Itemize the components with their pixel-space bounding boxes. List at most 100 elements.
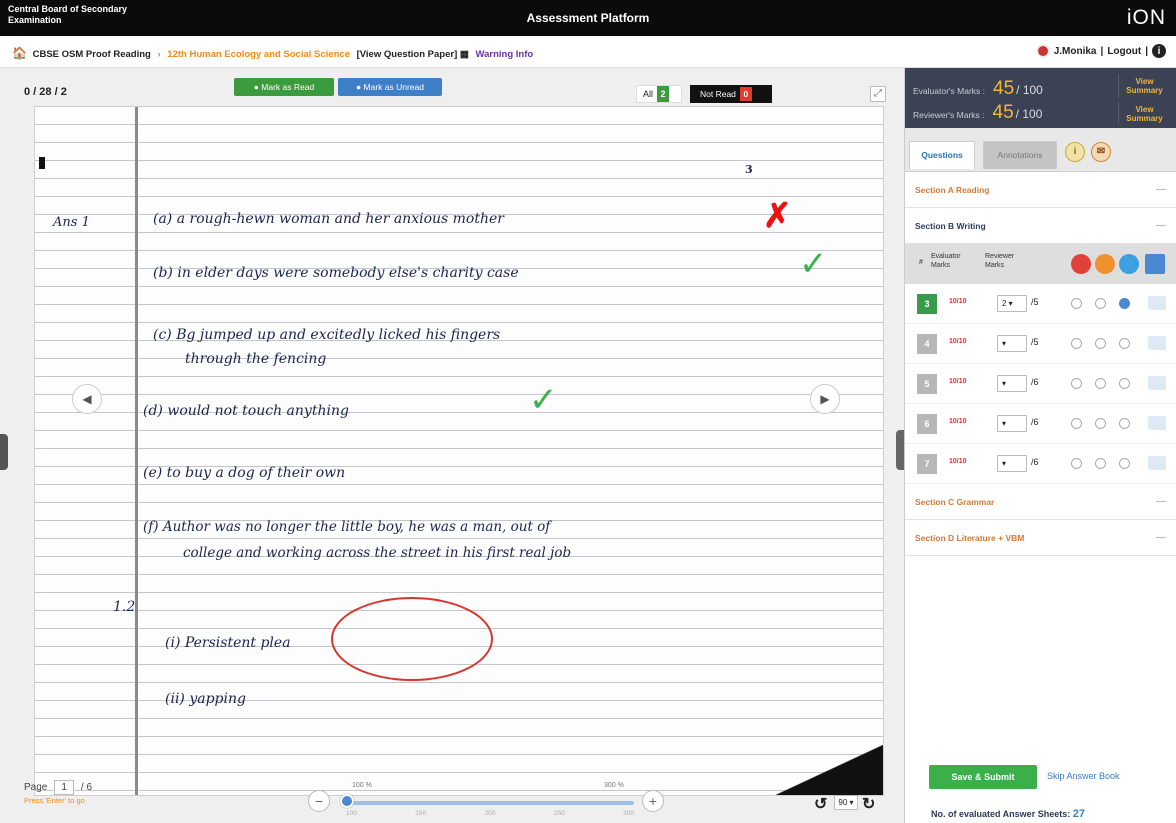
marks-select[interactable]: ▾: [997, 415, 1027, 432]
marks-select[interactable]: ▾: [997, 335, 1027, 352]
status-radio-blue[interactable]: [1119, 418, 1130, 429]
status-radio-red[interactable]: [1071, 298, 1082, 309]
page-total: / 6: [80, 782, 93, 793]
answer-line: college and working across the street in…: [183, 545, 572, 561]
view-summary-button-reviewer[interactable]: View Summary: [1118, 102, 1170, 124]
question-progress: 10/10: [949, 378, 967, 385]
answer-sheet-page[interactable]: 3 Ans 1 (a) a rough-hewn woman and her a…: [34, 106, 884, 796]
next-page-button[interactable]: ▶: [810, 384, 840, 414]
app-title: Assessment Platform: [526, 11, 650, 25]
answer-line: (i) Persistent plea: [165, 635, 291, 651]
zoom-out-button[interactable]: −: [308, 790, 330, 812]
circle-annotation[interactable]: [331, 597, 493, 681]
correct-mark-icon[interactable]: ✓: [529, 383, 558, 417]
status-radio-red[interactable]: [1071, 458, 1082, 469]
wrong-mark-icon[interactable]: ✗: [763, 199, 792, 233]
view-question-paper-link[interactable]: [View Question Paper]: [357, 49, 458, 60]
question-number[interactable]: 6: [917, 414, 937, 434]
comment-icon[interactable]: [1148, 376, 1166, 390]
answer-line: 1.2: [113, 599, 136, 615]
status-radio-red[interactable]: [1071, 378, 1082, 389]
mark-as-read-button[interactable]: ● Mark as Read: [234, 78, 334, 96]
answer-line: (ii) yapping: [165, 691, 246, 707]
evaluated-count: No. of evaluated Answer Sheets: 27: [931, 808, 1085, 820]
status-orange-icon[interactable]: [1095, 254, 1115, 274]
marks-select[interactable]: ▾: [997, 375, 1027, 392]
marks-summary: Evaluator's Marks :45/ 100 Reviewer's Ma…: [905, 68, 1176, 128]
comment-icon[interactable]: [1148, 296, 1166, 310]
question-row: 5 10/10 ▾ /6: [905, 364, 1176, 404]
tab-icon-info[interactable]: i: [1065, 142, 1085, 162]
status-blue-icon[interactable]: [1119, 254, 1139, 274]
section-c[interactable]: Section C Grammar —: [905, 484, 1176, 520]
mark-as-unread-button[interactable]: ● Mark as Unread: [338, 78, 442, 96]
warning-info-link[interactable]: Warning Info: [476, 49, 534, 60]
left-collapse-handle[interactable]: [0, 434, 8, 470]
status-radio-orange[interactable]: [1095, 298, 1106, 309]
info-icon[interactable]: i: [1152, 44, 1166, 58]
question-number[interactable]: 3: [917, 294, 937, 314]
comment-icon[interactable]: [1148, 416, 1166, 430]
page-navigator: Page 1 / 6 Press 'Enter' to go: [24, 780, 93, 805]
answer-sheet-viewer: 0 / 28 / 2 ● Mark as Read ● Mark as Unre…: [0, 68, 904, 823]
zoom-slider[interactable]: [346, 801, 634, 805]
skip-answer-book-link[interactable]: Skip Answer Book: [1047, 771, 1120, 781]
top-bar: Central Board of Secondary Examination A…: [0, 0, 1176, 36]
filter-all-button[interactable]: All 2: [636, 85, 682, 103]
correct-mark-icon[interactable]: ✓: [799, 247, 828, 281]
save-submit-button[interactable]: Save & Submit: [929, 765, 1037, 789]
home-icon[interactable]: 🏠: [12, 46, 27, 60]
rotate-right-icon[interactable]: ↻: [862, 794, 875, 814]
tab-icon-comment[interactable]: ✉: [1091, 142, 1111, 162]
answer-line: (e) to buy a dog of their own: [143, 465, 346, 481]
status-radio-orange[interactable]: [1095, 458, 1106, 469]
page-number-input[interactable]: 1: [54, 780, 75, 795]
question-row: 3 10/10 2 ▾ /5: [905, 284, 1176, 324]
question-number[interactable]: 5: [917, 374, 937, 394]
max-marks: /5: [1031, 297, 1039, 307]
status-radio-blue[interactable]: [1119, 338, 1130, 349]
question-row: 7 10/10 ▾ /6: [905, 444, 1176, 484]
marks-select[interactable]: 2 ▾: [997, 295, 1027, 312]
logout-link[interactable]: Logout: [1107, 46, 1141, 57]
status-radio-blue[interactable]: [1119, 298, 1130, 309]
comment-icon[interactable]: [1148, 456, 1166, 470]
page-edge-mark: [39, 157, 45, 169]
tab-annotations[interactable]: Annotations: [983, 141, 1057, 169]
zoom-slider-handle[interactable]: [340, 794, 354, 808]
section-b[interactable]: Section B Writing —: [905, 208, 1176, 244]
max-marks: /6: [1031, 377, 1039, 387]
tab-questions[interactable]: Questions: [909, 141, 975, 169]
view-summary-button[interactable]: View Summary: [1118, 74, 1170, 98]
avatar[interactable]: [1035, 44, 1050, 58]
breadcrumb-osm[interactable]: CBSE OSM Proof Reading: [33, 49, 151, 60]
question-number[interactable]: 4: [917, 334, 937, 354]
question-progress: 10/10: [949, 298, 967, 305]
status-radio-orange[interactable]: [1095, 418, 1106, 429]
expand-icon[interactable]: ⤢: [870, 86, 886, 102]
status-radio-blue[interactable]: [1119, 378, 1130, 389]
comment-icon[interactable]: [1148, 336, 1166, 350]
status-red-icon[interactable]: [1071, 254, 1091, 274]
status-radio-red[interactable]: [1071, 418, 1082, 429]
status-radio-blue[interactable]: [1119, 458, 1130, 469]
filter-not-read-button[interactable]: Not Read 0: [690, 85, 772, 103]
question-paper-icon[interactable]: ▦: [460, 49, 469, 60]
section-a[interactable]: Section A Reading —: [905, 172, 1176, 208]
rotate-left-icon[interactable]: ↺: [814, 794, 827, 814]
status-radio-orange[interactable]: [1095, 338, 1106, 349]
status-radio-red[interactable]: [1071, 338, 1082, 349]
reviewer-marks-header: Reviewer Marks: [985, 253, 1015, 269]
logo: iON: [1126, 6, 1166, 29]
marks-select[interactable]: ▾: [997, 455, 1027, 472]
evaluated-count-value: 27: [1072, 808, 1085, 820]
previous-page-button[interactable]: ◀: [72, 384, 102, 414]
rotation-select[interactable]: 90 ▾: [834, 795, 858, 810]
sheet-counter: 0 / 28 / 2: [24, 86, 67, 98]
zoom-ticks: 100 150 200 250 300: [346, 810, 634, 817]
section-d[interactable]: Section D Literature + VBM —: [905, 520, 1176, 556]
question-number[interactable]: 7: [917, 454, 937, 474]
comment-icon[interactable]: [1145, 254, 1165, 274]
zoom-in-button[interactable]: +: [642, 790, 664, 812]
status-radio-orange[interactable]: [1095, 378, 1106, 389]
